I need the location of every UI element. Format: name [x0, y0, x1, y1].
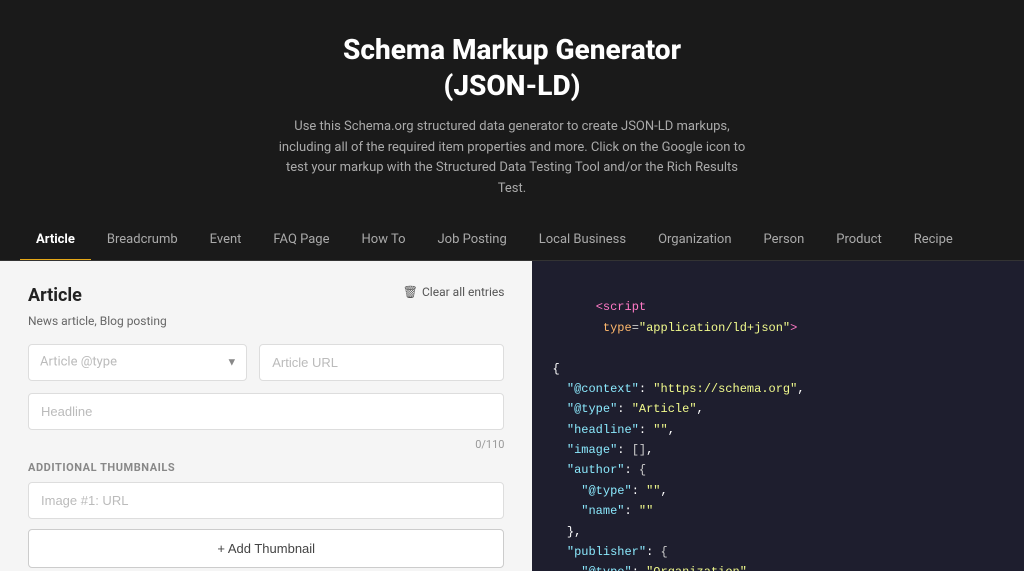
tab-breadcrumb[interactable]: Breadcrumb — [91, 220, 194, 261]
code-script-open: <script type="application/ld+json"> — [552, 277, 1004, 359]
nav-tabs: ArticleBreadcrumbEventFAQ PageHow ToJob … — [0, 220, 1024, 261]
trash-icon: 🗑 — [403, 285, 418, 299]
tab-faq-page[interactable]: FAQ Page — [257, 220, 345, 261]
thumbnails-section-label: ADDITIONAL THUMBNAILS — [28, 461, 504, 474]
tab-article[interactable]: Article — [20, 220, 91, 261]
code-line: "@type": "Organization", — [552, 562, 1004, 571]
tab-job-posting[interactable]: Job Posting — [422, 220, 523, 261]
code-line: "headline": "", — [552, 420, 1004, 440]
article-type-select[interactable]: Article NewsArticle BlogPosting — [28, 344, 247, 381]
form-subtitle: News article, Blog posting — [28, 314, 504, 328]
form-row-type-url: Article NewsArticle BlogPosting ▼ Articl… — [28, 344, 504, 381]
code-line: "publisher": { — [552, 542, 1004, 562]
page-title: Schema Markup Generator (JSON-LD) — [20, 32, 1004, 105]
code-line: { — [552, 359, 1004, 379]
code-line: }, — [552, 522, 1004, 542]
tab-person[interactable]: Person — [748, 220, 821, 261]
page-header: Schema Markup Generator (JSON-LD) Use th… — [0, 0, 1024, 220]
article-url-input[interactable] — [259, 344, 504, 381]
form-panel: Article 🗑 Clear all entries News article… — [0, 261, 532, 571]
form-title: Article — [28, 285, 82, 306]
clear-all-label: Clear all entries — [422, 285, 504, 299]
tab-event[interactable]: Event — [194, 220, 258, 261]
main-content: Article 🗑 Clear all entries News article… — [0, 261, 1024, 571]
code-line: "name": "" — [552, 501, 1004, 521]
code-line: "author": { — [552, 460, 1004, 480]
code-line: "image": [], — [552, 440, 1004, 460]
code-line: "@type": "Article", — [552, 399, 1004, 419]
tab-recipe[interactable]: Recipe — [898, 220, 969, 261]
char-count: 0/110 — [28, 438, 504, 451]
article-type-select-wrap: Article NewsArticle BlogPosting ▼ Articl… — [28, 344, 247, 381]
code-panel: <script type="application/ld+json"> { "@… — [532, 261, 1024, 571]
code-line: "@type": "", — [552, 481, 1004, 501]
clear-all-button[interactable]: 🗑 Clear all entries — [403, 285, 505, 299]
code-body: { "@context": "https://schema.org", "@ty… — [552, 359, 1004, 571]
tab-how-to[interactable]: How To — [346, 220, 422, 261]
add-thumbnail-button[interactable]: + Add Thumbnail — [28, 529, 504, 568]
page-description: Use this Schema.org structured data gene… — [272, 117, 752, 200]
headline-input[interactable] — [28, 393, 504, 430]
tab-local-business[interactable]: Local Business — [523, 220, 642, 261]
code-line: "@context": "https://schema.org", — [552, 379, 1004, 399]
tab-product[interactable]: Product — [820, 220, 897, 261]
tab-organization[interactable]: Organization — [642, 220, 747, 261]
image-url-input[interactable] — [28, 482, 504, 519]
